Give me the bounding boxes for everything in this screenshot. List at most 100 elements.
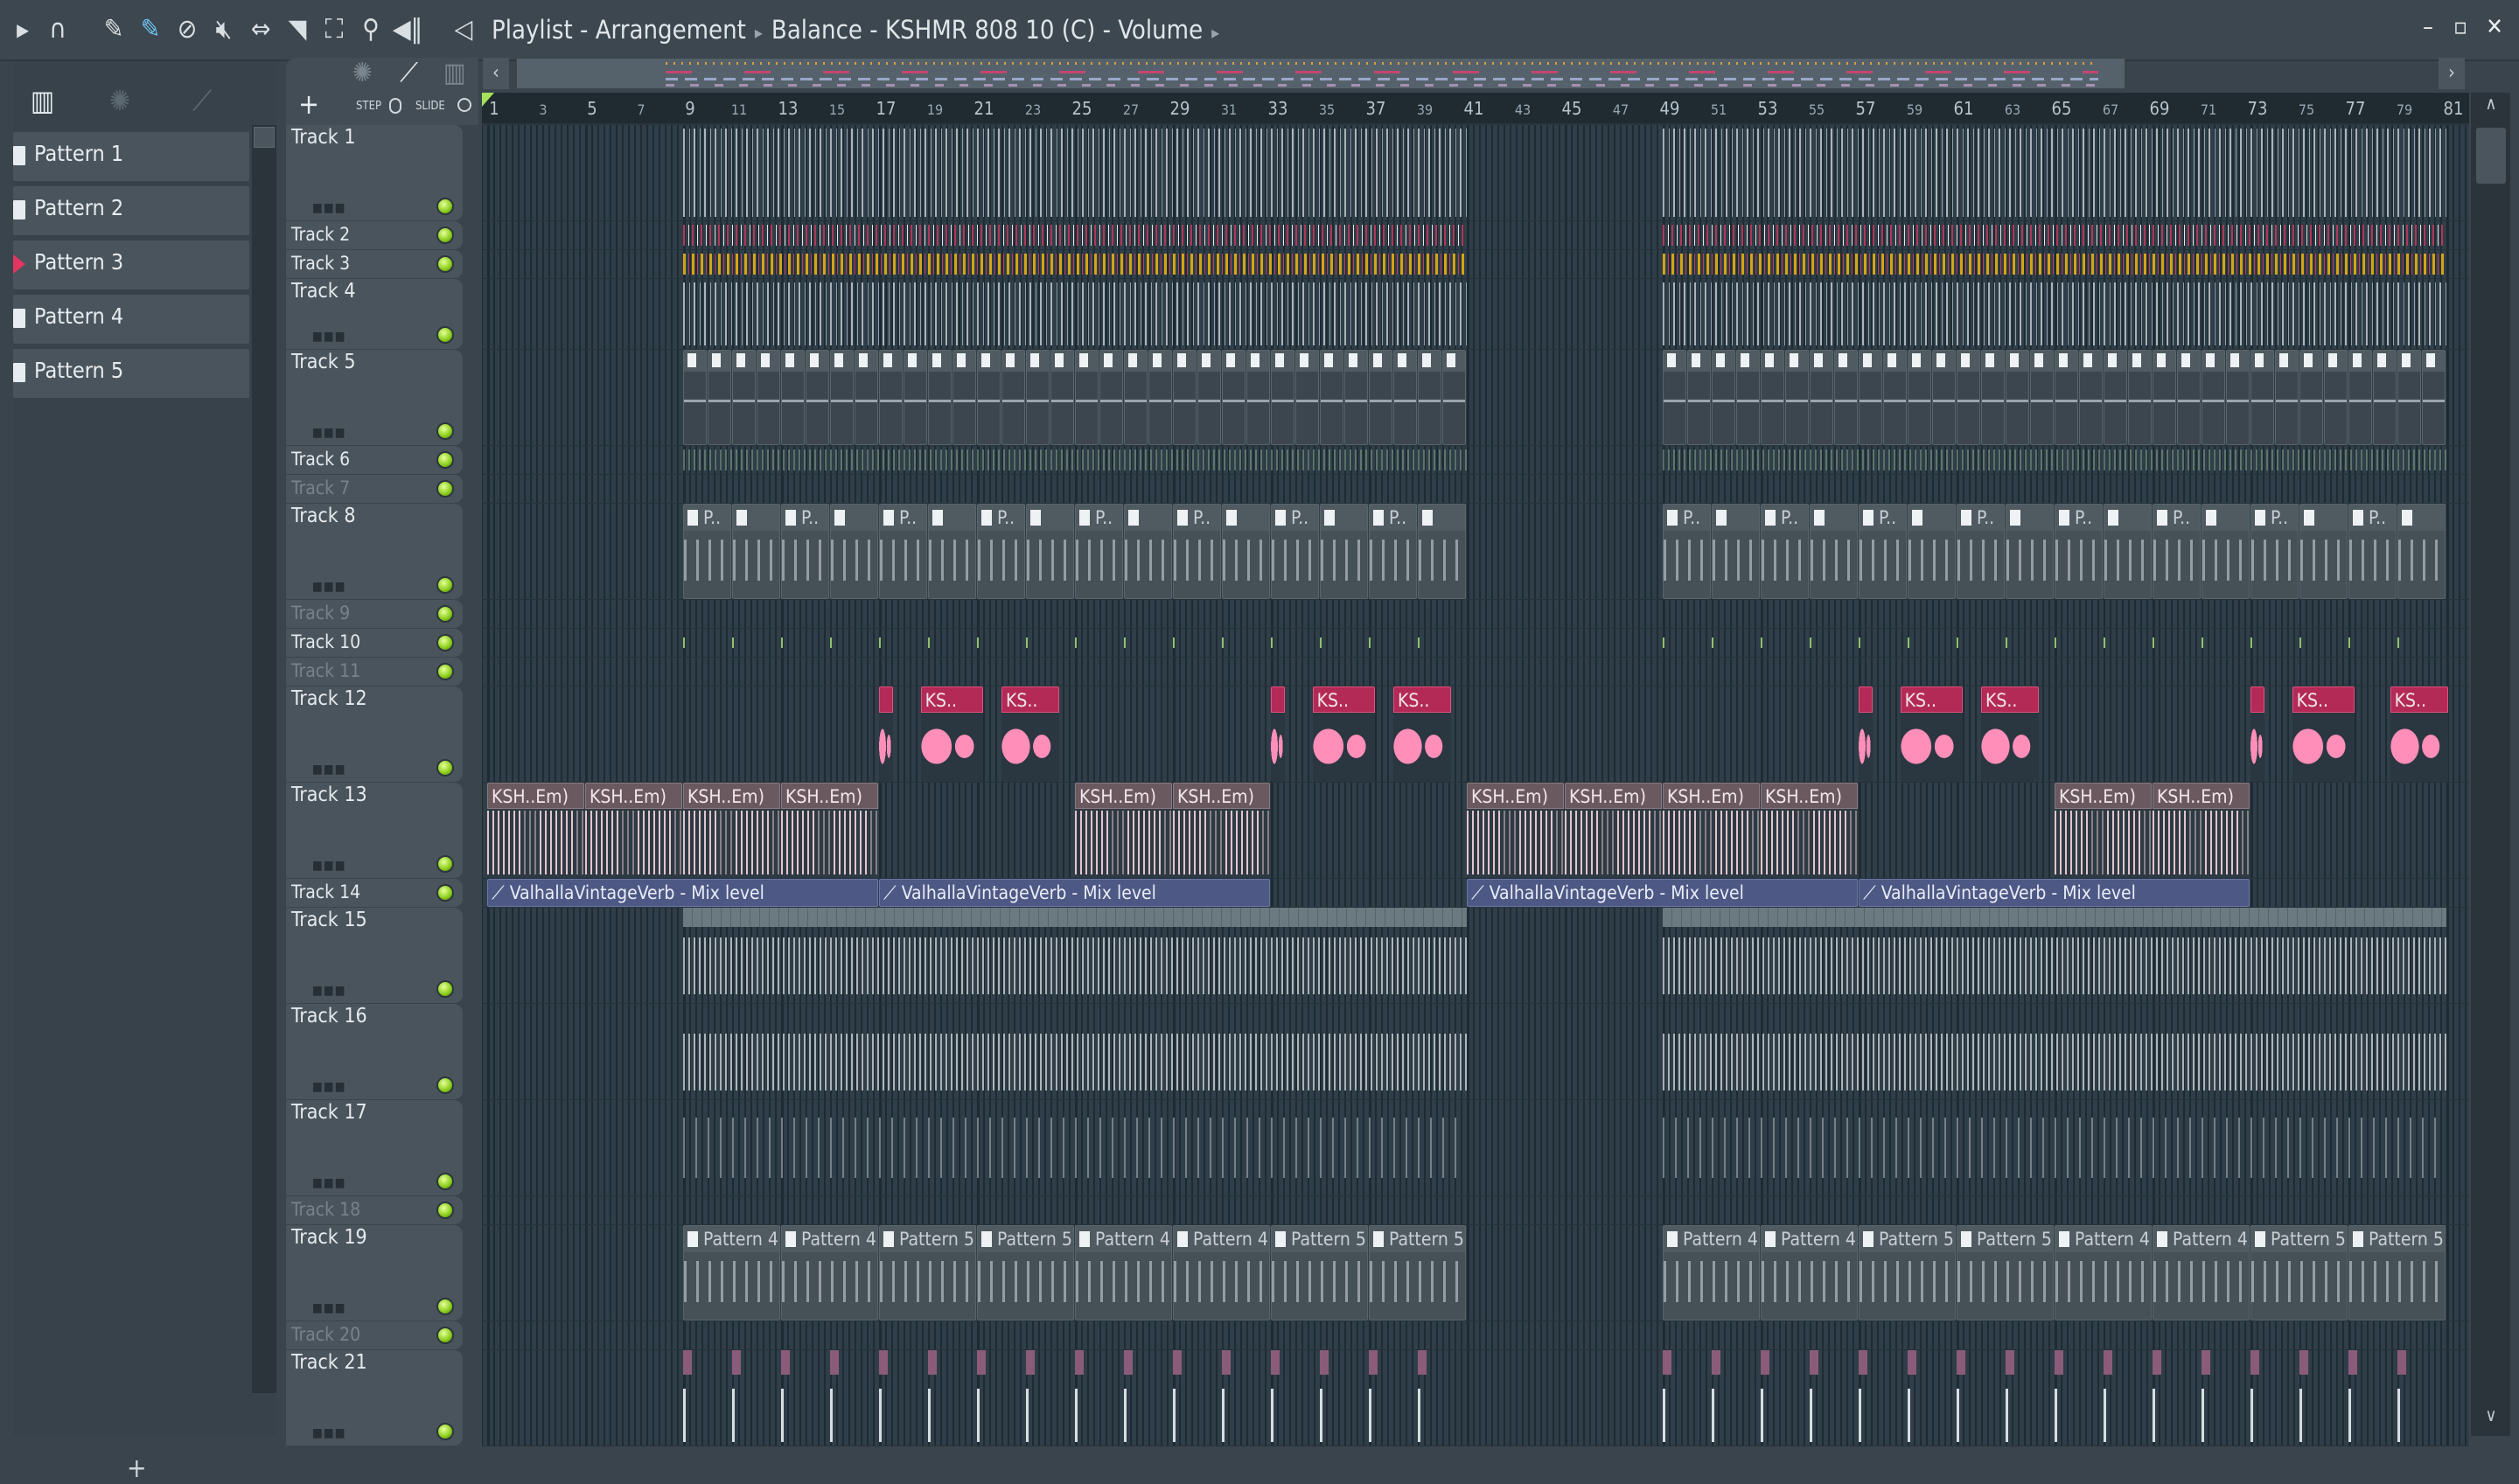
track-mute-led[interactable] bbox=[436, 855, 454, 873]
clip[interactable]: P.. bbox=[2055, 504, 2103, 599]
clip[interactable] bbox=[855, 350, 878, 445]
clip[interactable]: P.. bbox=[1957, 504, 2005, 599]
clip[interactable]: Pattern 5 bbox=[2348, 1225, 2446, 1320]
play-arrow-icon[interactable]: ▶ bbox=[7, 12, 38, 47]
track-mute-led[interactable] bbox=[436, 326, 454, 344]
clip-region[interactable] bbox=[683, 449, 1467, 470]
clip-region[interactable] bbox=[683, 254, 1467, 275]
playback-icon[interactable]: ◀‖ bbox=[392, 12, 423, 47]
clip[interactable] bbox=[2275, 350, 2299, 445]
clip[interactable]: KSH..Em) bbox=[1761, 783, 1858, 878]
clip[interactable]: P.. bbox=[683, 504, 731, 599]
track-mute-led[interactable] bbox=[436, 1076, 454, 1094]
track-header[interactable]: Track 1 ■■■ bbox=[286, 125, 463, 221]
clip[interactable] bbox=[1026, 350, 1050, 445]
track-menu-dots[interactable]: ■■■ bbox=[312, 859, 346, 873]
clip-region[interactable] bbox=[683, 908, 1467, 927]
track-lane[interactable] bbox=[482, 475, 2469, 504]
track-menu-dots[interactable]: ■■■ bbox=[312, 201, 346, 215]
pencil-icon[interactable]: ✎ bbox=[98, 12, 129, 47]
zoom-icon[interactable]: ⚲ bbox=[355, 12, 387, 47]
clip[interactable]: Pattern 5 bbox=[1957, 1225, 2054, 1320]
scroll-left-button[interactable]: ‹ bbox=[483, 58, 509, 89]
clip[interactable]: Pattern 4 bbox=[1663, 1225, 1760, 1320]
clip-region[interactable] bbox=[1663, 1118, 2446, 1178]
clip[interactable] bbox=[1026, 504, 1074, 599]
clip[interactable]: KSH..Em) bbox=[1467, 783, 1564, 878]
clip[interactable]: KS.. bbox=[1312, 686, 1376, 782]
clip[interactable] bbox=[1761, 350, 1784, 445]
track-menu-dots[interactable]: ■■■ bbox=[312, 984, 346, 998]
clip[interactable] bbox=[2422, 350, 2446, 445]
track-lane[interactable] bbox=[482, 279, 2469, 350]
clip-region[interactable] bbox=[683, 937, 1467, 994]
clip[interactable]: KSH..Em) bbox=[2153, 783, 2250, 878]
track-mute-led[interactable] bbox=[436, 226, 454, 244]
track-header[interactable]: Track 17 ■■■ bbox=[286, 1100, 463, 1196]
clip[interactable]: Pattern 5 bbox=[2250, 1225, 2348, 1320]
clip[interactable]: KSH..Em) bbox=[1173, 783, 1270, 878]
track-header[interactable]: Track 12 ■■■ bbox=[286, 686, 463, 783]
clip-region[interactable] bbox=[683, 637, 1467, 648]
clip[interactable]: P.. bbox=[1075, 504, 1123, 599]
clip[interactable] bbox=[1908, 504, 1956, 599]
clip[interactable]: Pattern 5 bbox=[1859, 1225, 1956, 1320]
add-track-button[interactable]: + bbox=[298, 87, 319, 121]
clip[interactable]: KS.. bbox=[1001, 686, 1060, 782]
track-mute-led[interactable] bbox=[436, 1327, 454, 1344]
clip[interactable] bbox=[1271, 686, 1285, 782]
clip-region[interactable] bbox=[1663, 254, 2446, 275]
clip[interactable] bbox=[781, 350, 805, 445]
track-header[interactable]: Track 14 bbox=[286, 879, 463, 908]
clip[interactable]: KSH..Em) bbox=[1663, 783, 1760, 878]
clip[interactable] bbox=[2006, 350, 2029, 445]
clip[interactable]: Pattern 4 bbox=[683, 1225, 780, 1320]
track-header[interactable]: Track 9 bbox=[286, 600, 463, 629]
clip[interactable] bbox=[1981, 350, 2005, 445]
clip[interactable]: Pattern 5 bbox=[1271, 1225, 1368, 1320]
clip[interactable]: KSH..Em) bbox=[781, 783, 878, 878]
clip[interactable]: KS.. bbox=[1393, 686, 1452, 782]
clip-region[interactable] bbox=[1663, 637, 2446, 648]
clip-region[interactable] bbox=[1663, 937, 2446, 994]
track-lane[interactable] bbox=[482, 1350, 2469, 1446]
clip[interactable] bbox=[1295, 350, 1319, 445]
piano-roll-icon[interactable]: ▥ bbox=[31, 84, 54, 117]
clip[interactable] bbox=[732, 504, 780, 599]
track-header[interactable]: Track 6 bbox=[286, 446, 463, 475]
clip[interactable]: Pattern 4 bbox=[1075, 1225, 1172, 1320]
clip[interactable] bbox=[1001, 350, 1025, 445]
clip[interactable] bbox=[1320, 350, 1343, 445]
clip-region[interactable] bbox=[1663, 908, 2446, 927]
track-mute-led[interactable] bbox=[436, 480, 454, 498]
clip[interactable] bbox=[1810, 504, 1858, 599]
slip-icon[interactable]: ⇔ bbox=[245, 12, 276, 47]
automation-icon[interactable]: ⟋ bbox=[400, 58, 418, 88]
scroll-up-icon[interactable]: ∧ bbox=[2476, 93, 2506, 119]
clip[interactable]: P.. bbox=[1859, 504, 1907, 599]
clip[interactable]: Pattern 4 bbox=[781, 1225, 878, 1320]
track-lane[interactable] bbox=[482, 1196, 2469, 1225]
clip-region[interactable] bbox=[1663, 225, 2446, 246]
clip[interactable] bbox=[1908, 350, 1931, 445]
track-mute-led[interactable] bbox=[436, 759, 454, 777]
pattern-item[interactable]: Pattern 1 bbox=[13, 132, 249, 181]
track-header[interactable]: Track 7 bbox=[286, 475, 463, 504]
clip[interactable] bbox=[1099, 350, 1123, 445]
clip[interactable]: P.. bbox=[2153, 504, 2201, 599]
clip[interactable]: KS.. bbox=[1900, 686, 1964, 782]
clip[interactable] bbox=[1712, 504, 1760, 599]
clip[interactable] bbox=[2324, 350, 2348, 445]
track-menu-dots[interactable]: ■■■ bbox=[312, 426, 346, 440]
track-mute-led[interactable] bbox=[436, 1202, 454, 1219]
track-header[interactable]: Track 19 ■■■ bbox=[286, 1225, 463, 1321]
close-icon[interactable]: ✕ bbox=[2481, 14, 2509, 40]
vertical-scrollbar[interactable]: ∧ ∨ bbox=[2471, 93, 2510, 1436]
clip[interactable] bbox=[806, 350, 829, 445]
pattern-list-scrollbar[interactable] bbox=[252, 125, 276, 1393]
clip[interactable] bbox=[2299, 350, 2323, 445]
clip[interactable] bbox=[1932, 350, 1956, 445]
clip[interactable] bbox=[2006, 504, 2054, 599]
slide-toggle[interactable] bbox=[457, 98, 471, 112]
track-mute-led[interactable] bbox=[436, 634, 454, 651]
